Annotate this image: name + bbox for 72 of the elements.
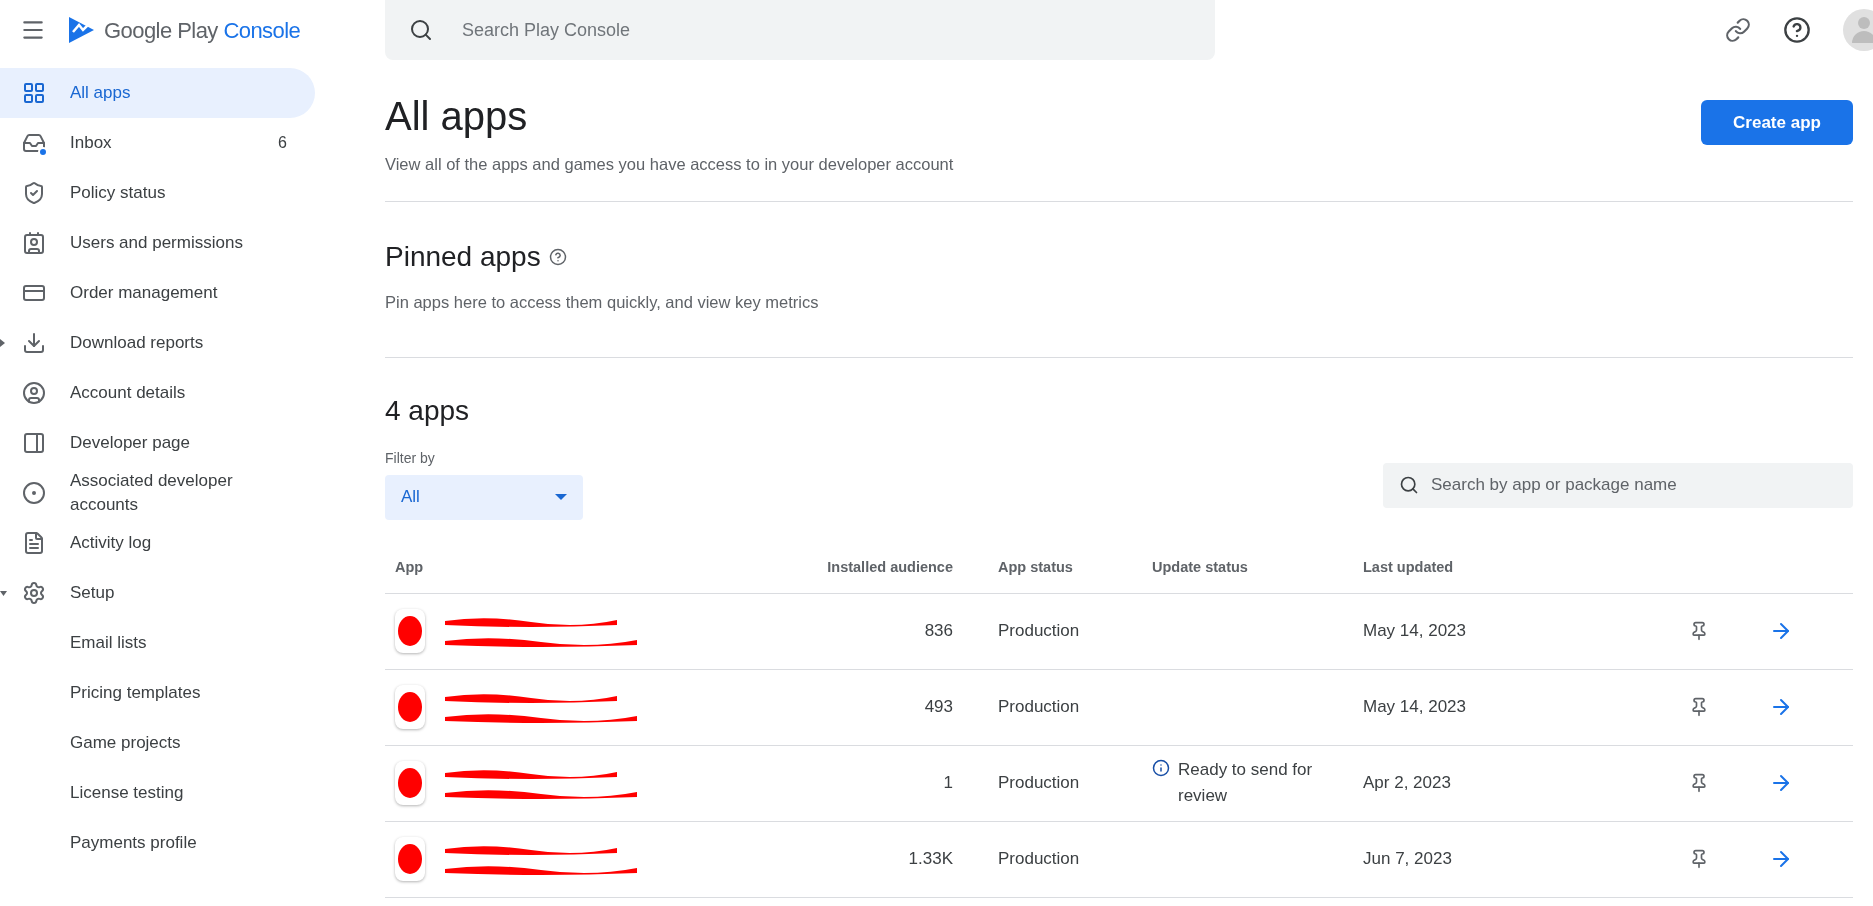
column-header: Installed audience	[826, 558, 953, 578]
sidebar-item[interactable]: Order management	[0, 268, 315, 318]
search-icon	[1399, 474, 1419, 495]
column-header: App status	[997, 558, 1074, 578]
sidebar-item[interactable]: Associated developer accounts	[0, 468, 315, 518]
table-cell-text: Apr 2, 2023	[1363, 772, 1452, 795]
create-app-button[interactable]: Create app	[1701, 100, 1853, 145]
sidebar-item[interactable]: Payments profile	[0, 818, 315, 868]
grid-icon	[22, 81, 46, 105]
document-icon	[22, 531, 46, 555]
link-icon[interactable]	[1725, 17, 1751, 43]
section-description: Pin apps here to access them quickly, and view key metrics	[385, 291, 820, 313]
search-icon	[409, 18, 433, 42]
sidebar-item[interactable]: Developer page	[0, 418, 315, 468]
app-search-field[interactable]: Search by app or package name	[1383, 462, 1853, 508]
table-cell-text: May 14, 2023	[1363, 696, 1467, 719]
sidebar-item[interactable]: Pricing templates	[0, 668, 315, 718]
sidebar-item[interactable]: Setup	[0, 568, 315, 618]
app-icon	[395, 609, 425, 653]
table-cell-text: Ready to send for review	[1178, 759, 1314, 807]
table-cell-text: Jun 7, 2023	[1363, 848, 1453, 871]
help-icon[interactable]	[548, 247, 567, 266]
account-circle-icon	[22, 381, 46, 405]
inbox-icon	[22, 131, 46, 155]
pin-icon[interactable]	[1689, 697, 1709, 717]
download-icon	[22, 331, 46, 355]
sidebar-item[interactable]: Download reports	[0, 318, 315, 368]
panel-icon	[22, 431, 46, 455]
column-header: Last updated	[1363, 558, 1455, 578]
table-cell-text: Production	[997, 848, 1081, 871]
info-icon	[1152, 759, 1170, 777]
table-cell-text: May 14, 2023	[1363, 620, 1467, 643]
page-subtitle: View all of the apps and games you have access to in your developer account	[385, 154, 954, 175]
caret-down-icon[interactable]	[0, 589, 7, 597]
app-icon	[395, 761, 425, 805]
search-field[interactable]: Search Play Console	[385, 0, 1215, 60]
app-count-title: 4 apps	[385, 393, 471, 428]
filter-dropdown[interactable]: All	[385, 474, 583, 520]
sidebar-item[interactable]: Game projects	[0, 718, 315, 768]
app-icon	[395, 685, 425, 729]
sidebar-item[interactable]: Users and permissions	[0, 218, 315, 268]
pin-icon[interactable]	[1689, 621, 1709, 641]
dropdown-arrow-icon	[555, 494, 567, 500]
section-title: Pinned apps	[385, 239, 541, 274]
help-icon[interactable]	[1783, 16, 1811, 44]
filter-label: Filter by	[385, 448, 436, 468]
column-header: App	[394, 558, 425, 578]
column-header: Update status	[1152, 558, 1249, 578]
sidebar-item[interactable]: Email lists	[0, 618, 315, 668]
sidebar-item[interactable]: All apps	[0, 68, 315, 118]
table-cell-text: Production	[997, 696, 1081, 719]
shield-icon	[22, 181, 46, 205]
table-cell-text: 1	[942, 772, 953, 795]
table-cell-text: Production	[997, 620, 1081, 643]
table-cell-text: 493	[923, 696, 953, 719]
page-title: All apps	[385, 93, 529, 140]
caret-right-icon[interactable]	[0, 339, 7, 347]
sidebar-item[interactable]: Policy status	[0, 168, 315, 218]
sidebar-item[interactable]: License testing	[0, 768, 315, 818]
table-cell-text: 836	[923, 620, 953, 643]
sidebar-item[interactable]: Inbox 6	[0, 118, 315, 168]
pin-icon[interactable]	[1689, 849, 1709, 869]
logo-text: Google Play Console	[104, 16, 301, 45]
sidebar-item[interactable]: Account details	[0, 368, 315, 418]
table-cell-text: 1.33K	[907, 848, 953, 871]
gear-icon	[22, 581, 46, 605]
pin-icon[interactable]	[1689, 773, 1709, 793]
app-icon	[395, 837, 425, 881]
sidebar-item[interactable]: Activity log	[0, 518, 315, 568]
play-logo-icon	[66, 15, 96, 45]
table-cell-text: Production	[997, 772, 1081, 795]
unread-count: 6	[278, 133, 287, 153]
